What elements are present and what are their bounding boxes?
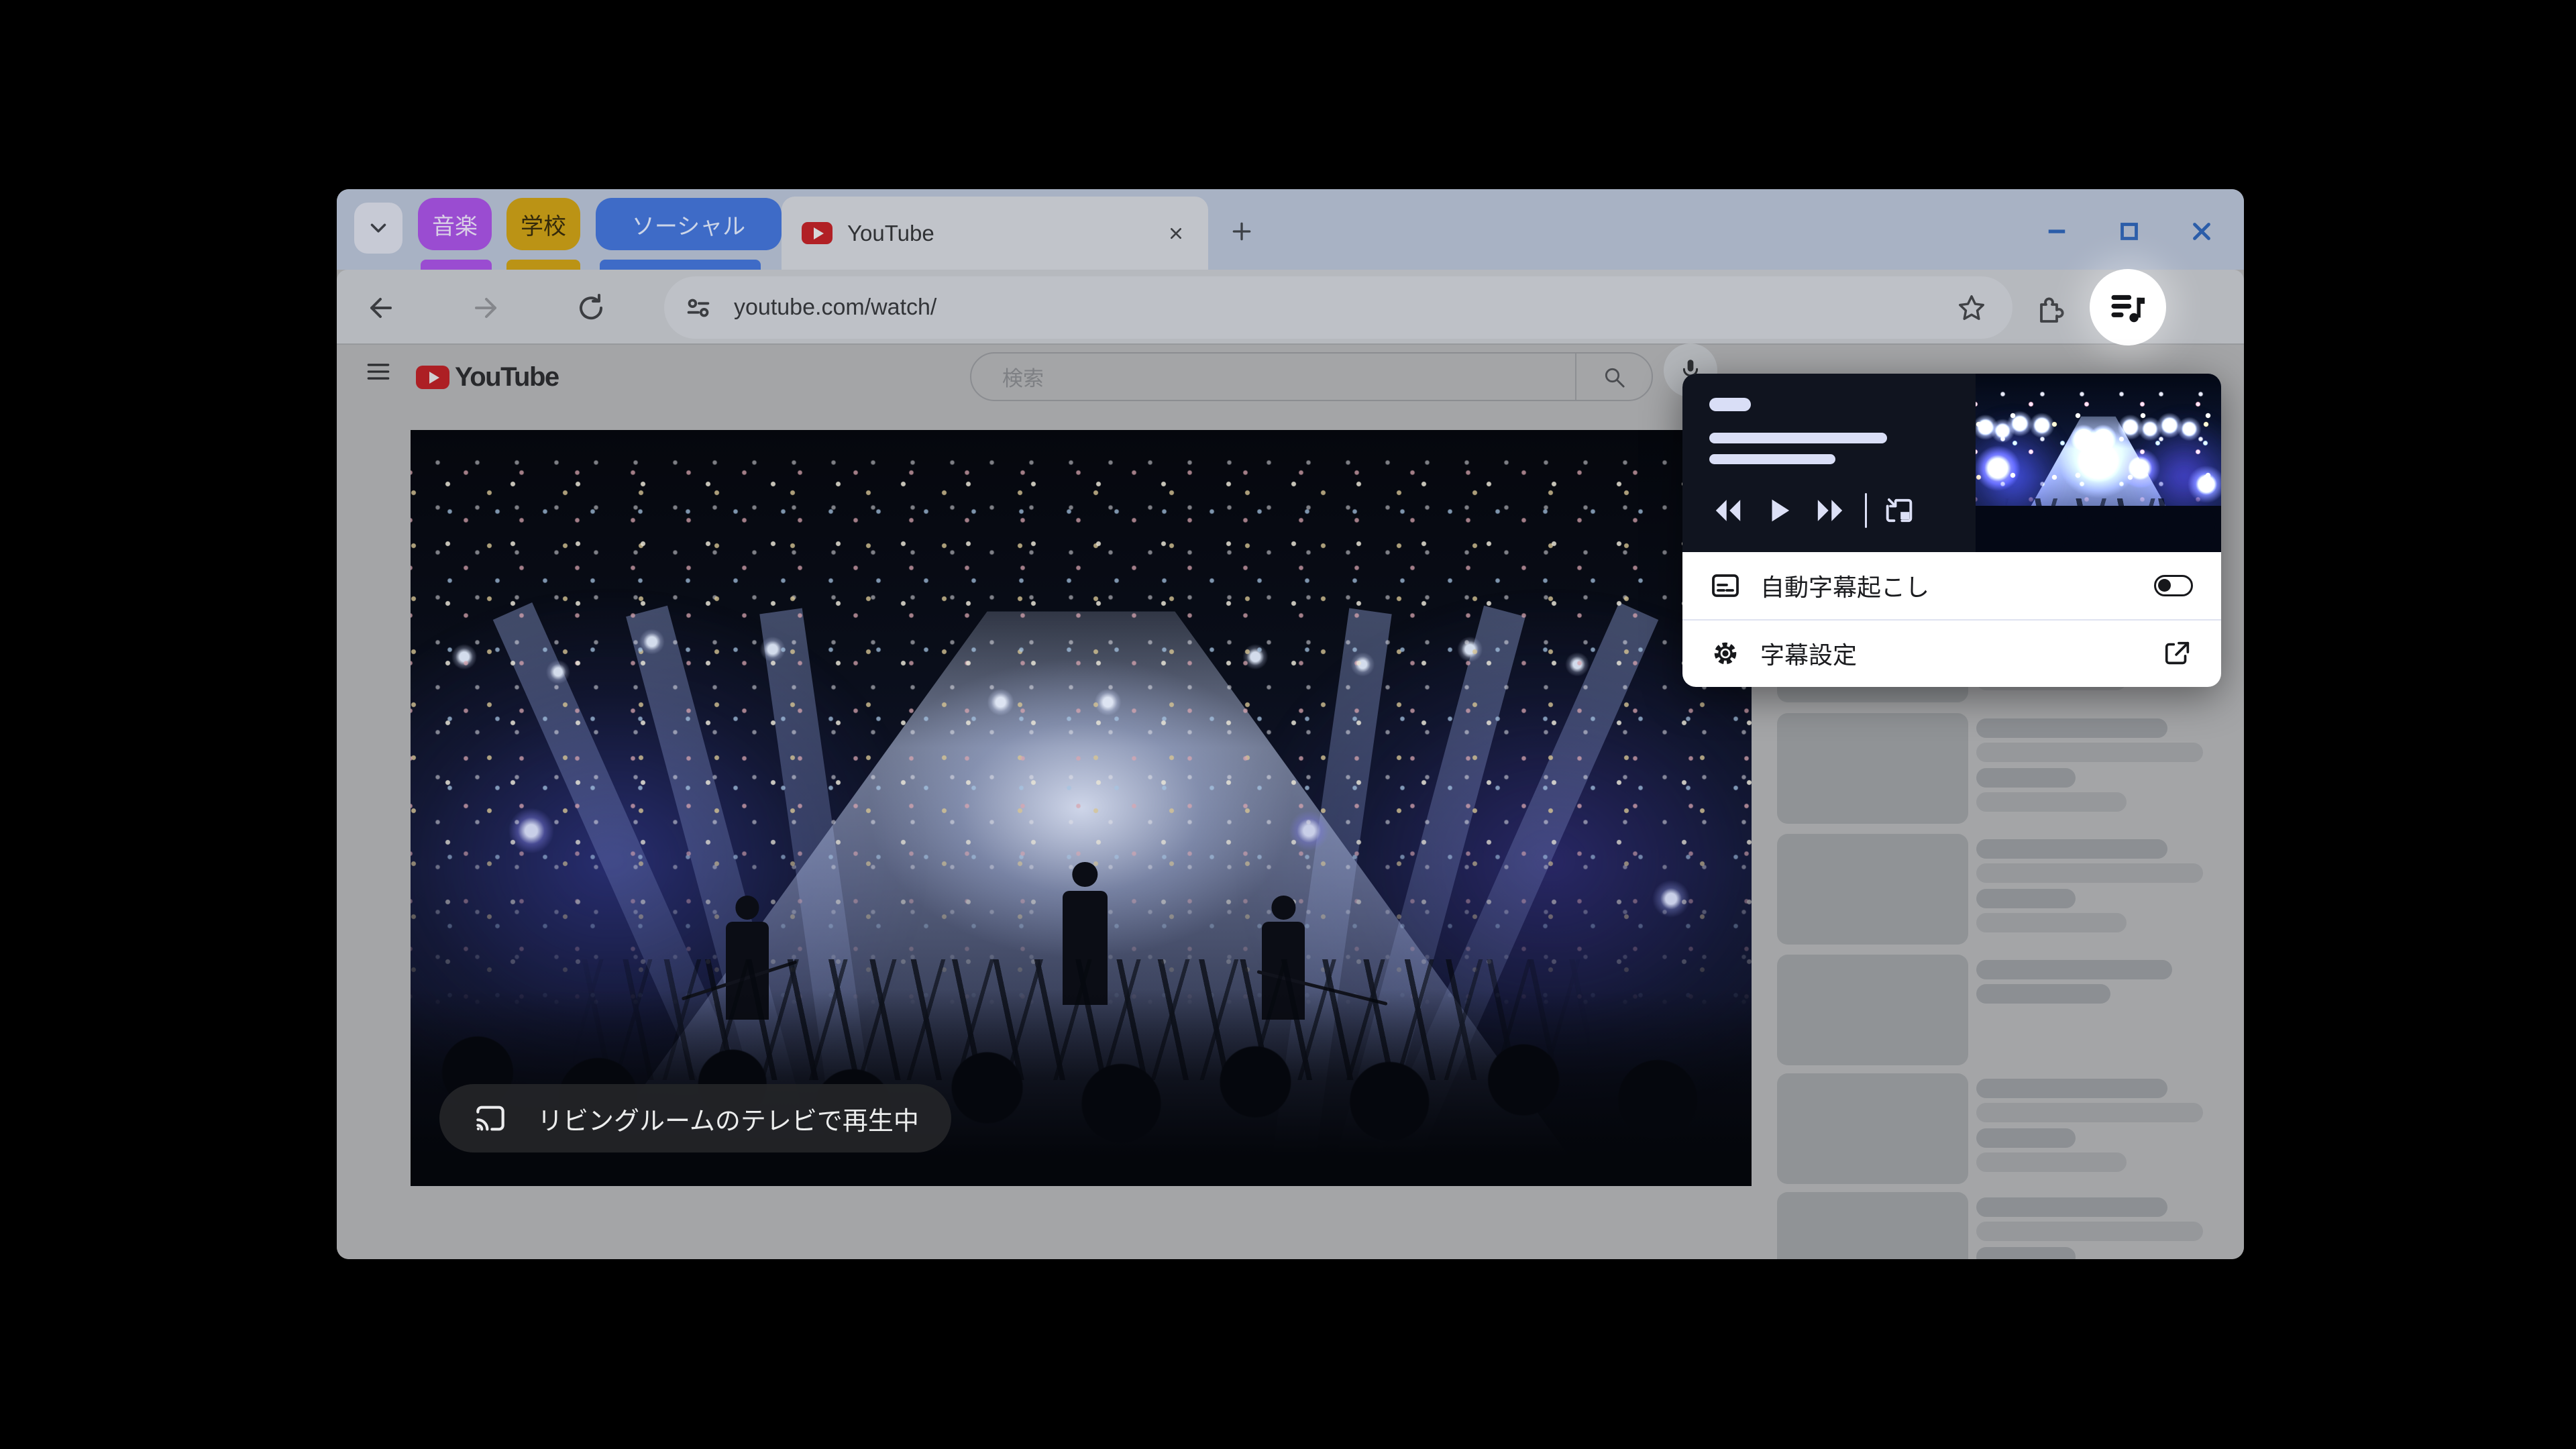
tab-search-button[interactable] [354,203,402,254]
related-video-placeholder [1777,1073,2220,1184]
close-window-button[interactable] [2186,216,2217,247]
address-bar[interactable]: youtube.com/watch/ [664,276,2012,339]
youtube-search-box[interactable]: 検索 [970,352,1653,401]
new-tab-button[interactable] [1222,212,1261,251]
minimize-icon [2048,229,2065,233]
live-caption-row[interactable]: 自動字幕起こし [1682,552,2221,619]
gear-icon [1714,642,1737,665]
youtube-logo-icon [416,366,449,389]
media-artist-placeholder [1709,454,1835,464]
tab-close-button[interactable] [1161,219,1191,248]
window-controls [2041,212,2217,251]
cast-status-overlay: リビングルームのテレビで再生中 [439,1084,951,1152]
related-video-placeholder [1777,1192,2220,1259]
youtube-wordmark: YouTube [455,362,559,392]
caption-settings-row[interactable]: 字幕設定 [1682,620,2221,687]
search-placeholder[interactable]: 検索 [1002,362,1575,392]
related-video-placeholder [1777,834,2220,945]
bookmark-star-icon[interactable] [1956,292,1987,323]
tab-group-social[interactable]: ソーシャル [596,198,782,250]
puzzle-icon [2040,297,2064,323]
browser-toolbar: youtube.com/watch/ [337,270,2244,407]
previous-track-button[interactable] [1703,489,1754,532]
related-video-placeholder [1777,955,2220,1065]
cast-status-text: リビングルームのテレビで再生中 [537,1107,919,1136]
close-icon [2193,223,2210,240]
youtube-logo[interactable]: YouTube [416,362,559,392]
tab-group-label: 学校 [521,213,566,239]
reload-button[interactable] [572,288,610,327]
media-session-card [1682,374,2221,552]
active-tab-youtube[interactable]: YouTube [782,197,1208,270]
url-text[interactable]: youtube.com/watch/ [734,294,1956,321]
minimize-button[interactable] [2041,216,2072,247]
media-title-placeholder [1709,433,1887,443]
media-source-placeholder [1709,398,1751,411]
live-caption-label: 自動字幕起こし [1760,574,1930,601]
live-caption-icon [1712,574,1739,597]
thumbnail-placeholder [1777,1192,1968,1259]
desktop-background: 音楽 学校 ソーシャル YouTube youtube.com/watch/ Y… [0,0,2576,1449]
hamburger-icon [367,364,390,380]
playback-controls [1703,489,1925,532]
menu-button[interactable] [361,354,396,389]
next-track-button[interactable] [1805,489,1856,532]
maximize-icon [2121,223,2138,240]
video-player[interactable]: リビングルームのテレビで再生中 [411,430,1752,1186]
related-video-placeholder [1777,713,2220,824]
tab-group-label: 音楽 [432,213,478,239]
maximize-button[interactable] [2114,216,2145,247]
fast-forward-icon [1817,500,1843,521]
media-playlist-note-icon [2111,294,2145,323]
extensions-button[interactable] [2033,292,2065,324]
thumbnail-placeholder [1777,834,1968,945]
tab-group-underline-school [506,260,580,270]
tab-strip: 音楽 学校 ソーシャル YouTube [337,189,2244,270]
chromecast-icon [476,1106,504,1131]
media-controls-popup: 自動字幕起こし 字幕設定 [1682,374,2221,687]
chevron-down-icon [370,223,386,233]
media-controls-toolbar-button[interactable] [2090,269,2166,345]
close-icon [1171,227,1181,239]
picture-in-picture-button[interactable] [1874,489,1925,532]
concert-artwork-image [1976,374,2221,552]
thumbnail-placeholder [1777,713,1968,824]
controls-divider [1865,493,1867,528]
play-button[interactable] [1754,489,1805,532]
tab-group-music[interactable]: 音楽 [418,198,492,250]
search-icon [1605,368,1625,388]
play-icon [1772,499,1790,522]
browser-window: 音楽 学校 ソーシャル YouTube youtube.com/watch/ Y… [337,189,2244,1259]
picture-in-picture-icon [1886,498,1913,523]
youtube-favicon-icon [802,222,833,244]
media-artwork [1976,374,2221,552]
rewind-icon [1715,500,1741,521]
forward-arrow-icon [475,298,496,318]
tab-group-underline-music [421,260,492,270]
tab-group-underline-social [600,260,761,270]
concert-video-frame [411,430,1752,1186]
open-in-new-icon[interactable] [2162,638,2193,669]
live-caption-toggle[interactable] [2154,575,2193,596]
back-arrow-icon [370,298,392,318]
forward-button[interactable] [466,288,505,327]
thumbnail-placeholder [1777,955,1968,1065]
reload-icon [580,294,603,320]
search-button[interactable] [1576,354,1652,400]
tab-title: YouTube [847,220,934,246]
caption-settings-label: 字幕設定 [1760,641,1858,669]
thumbnail-placeholder [1777,1073,1968,1184]
site-settings-tune-icon[interactable] [683,292,714,323]
plus-icon [1232,222,1251,241]
tab-group-label: ソーシャル [631,213,746,239]
back-button[interactable] [362,288,400,327]
tab-group-school[interactable]: 学校 [506,198,580,250]
